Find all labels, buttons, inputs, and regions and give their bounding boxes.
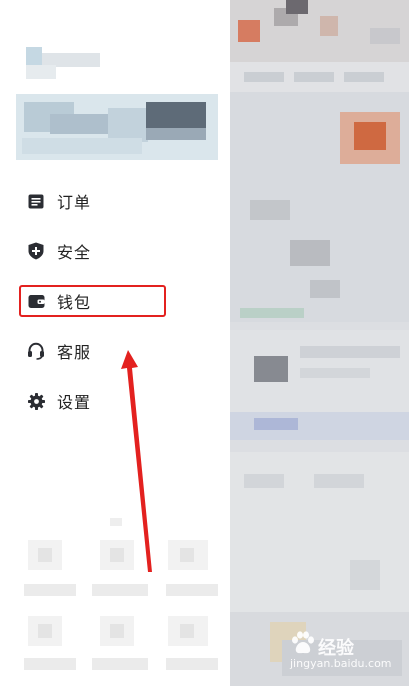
menu-item-customer-service[interactable]: 客服 [27, 336, 207, 366]
menu-item-label: 订单 [57, 195, 92, 212]
order-icon [27, 192, 45, 210]
watermark-url: jingyan.baidu.com [290, 657, 392, 670]
account-banner-blurred[interactable] [16, 94, 218, 160]
baidu-paw-icon [292, 631, 314, 654]
gear-icon [27, 392, 45, 410]
menu-item-label: 设置 [57, 395, 92, 412]
menu-item-label: 客服 [57, 345, 92, 362]
side-drawer: 订单 安全 钱包 客服 设置 [0, 0, 230, 686]
shield-plus-icon [27, 242, 45, 260]
menu-item-label: 安全 [57, 245, 92, 262]
highlight-box-wallet [19, 285, 166, 317]
menu-item-security[interactable]: 安全 [27, 236, 207, 266]
menu-item-settings[interactable]: 设置 [27, 386, 207, 416]
baidu-jingyan-watermark: 经验 jingyan.baidu.com [288, 628, 402, 672]
headset-icon [27, 342, 45, 360]
drawer-scrim-overlay[interactable] [230, 0, 409, 686]
menu-item-orders[interactable]: 订单 [27, 186, 207, 216]
user-profile-blurred[interactable] [26, 47, 100, 81]
